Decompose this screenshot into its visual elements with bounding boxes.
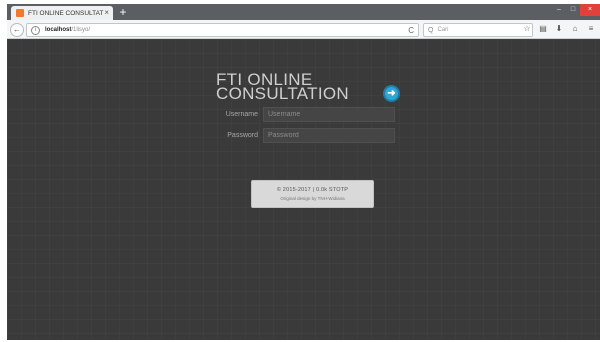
credit-text: Original design by TNH-Widiana [280, 196, 345, 201]
password-field[interactable] [263, 128, 395, 143]
url-host: localhost [45, 27, 72, 33]
browser-window: FTI ONLINE CONSULTATI... × + – □ × ← i l… [0, 0, 600, 342]
info-icon[interactable]: i [31, 25, 40, 35]
page-content: FTI ONLINE CONSULTATION ➜ Username Passw… [7, 39, 600, 340]
copyright-text: © 2015-2017 | 0.0k STOTP [276, 187, 349, 193]
login-title-line2: CONSULTATION [216, 84, 349, 103]
password-row: Password [213, 128, 395, 143]
back-button[interactable]: ← [10, 23, 24, 37]
tab-title: FTI ONLINE CONSULTATI... [28, 9, 105, 17]
submit-arrow-button[interactable]: ➜ [383, 85, 400, 102]
search-bar[interactable]: Q Cari [423, 23, 533, 37]
toolbar-icons: ☆ ▤ ⬇ ⌂ ≡ [520, 23, 598, 35]
address-bar[interactable]: i localhost/1lisyo/ C [26, 23, 419, 37]
search-icon: Q [428, 26, 434, 34]
star-icon[interactable]: ☆ [520, 23, 534, 35]
menu-icon[interactable]: ≡ [584, 23, 598, 35]
minimize-button[interactable]: – [552, 4, 566, 16]
tab-bar: FTI ONLINE CONSULTATI... × + – □ × [7, 4, 600, 20]
username-field[interactable] [263, 107, 395, 122]
reload-icon[interactable]: C [408, 26, 414, 35]
url-text[interactable]: localhost/1lisyo/ [45, 27, 408, 33]
navigation-bar: ← i localhost/1lisyo/ C Q Cari ☆ ▤ ⬇ ⌂ ≡ [7, 20, 600, 39]
clipboard-icon[interactable]: ▤ [536, 23, 550, 35]
tab-close-icon[interactable]: × [104, 9, 109, 17]
favicon-icon [16, 9, 24, 17]
window-controls: – □ × [552, 4, 600, 16]
browser-tab[interactable]: FTI ONLINE CONSULTATI... × [11, 6, 113, 20]
search-placeholder: Cari [437, 27, 449, 33]
username-label: Username [225, 111, 258, 118]
url-path: /1lisyo/ [71, 27, 91, 33]
username-row: Username [213, 107, 395, 122]
download-icon[interactable]: ⬇ [552, 23, 566, 35]
close-window-button[interactable]: × [580, 4, 600, 16]
login-title: FTI ONLINE CONSULTATION [216, 71, 396, 103]
password-label: Password [227, 132, 258, 139]
maximize-button[interactable]: □ [566, 4, 580, 16]
new-tab-button[interactable]: + [117, 6, 129, 18]
browser-frame: FTI ONLINE CONSULTATI... × + – □ × ← i l… [7, 4, 600, 340]
home-icon[interactable]: ⌂ [568, 23, 582, 35]
info-box: © 2015-2017 | 0.0k STOTP Original design… [251, 180, 374, 208]
